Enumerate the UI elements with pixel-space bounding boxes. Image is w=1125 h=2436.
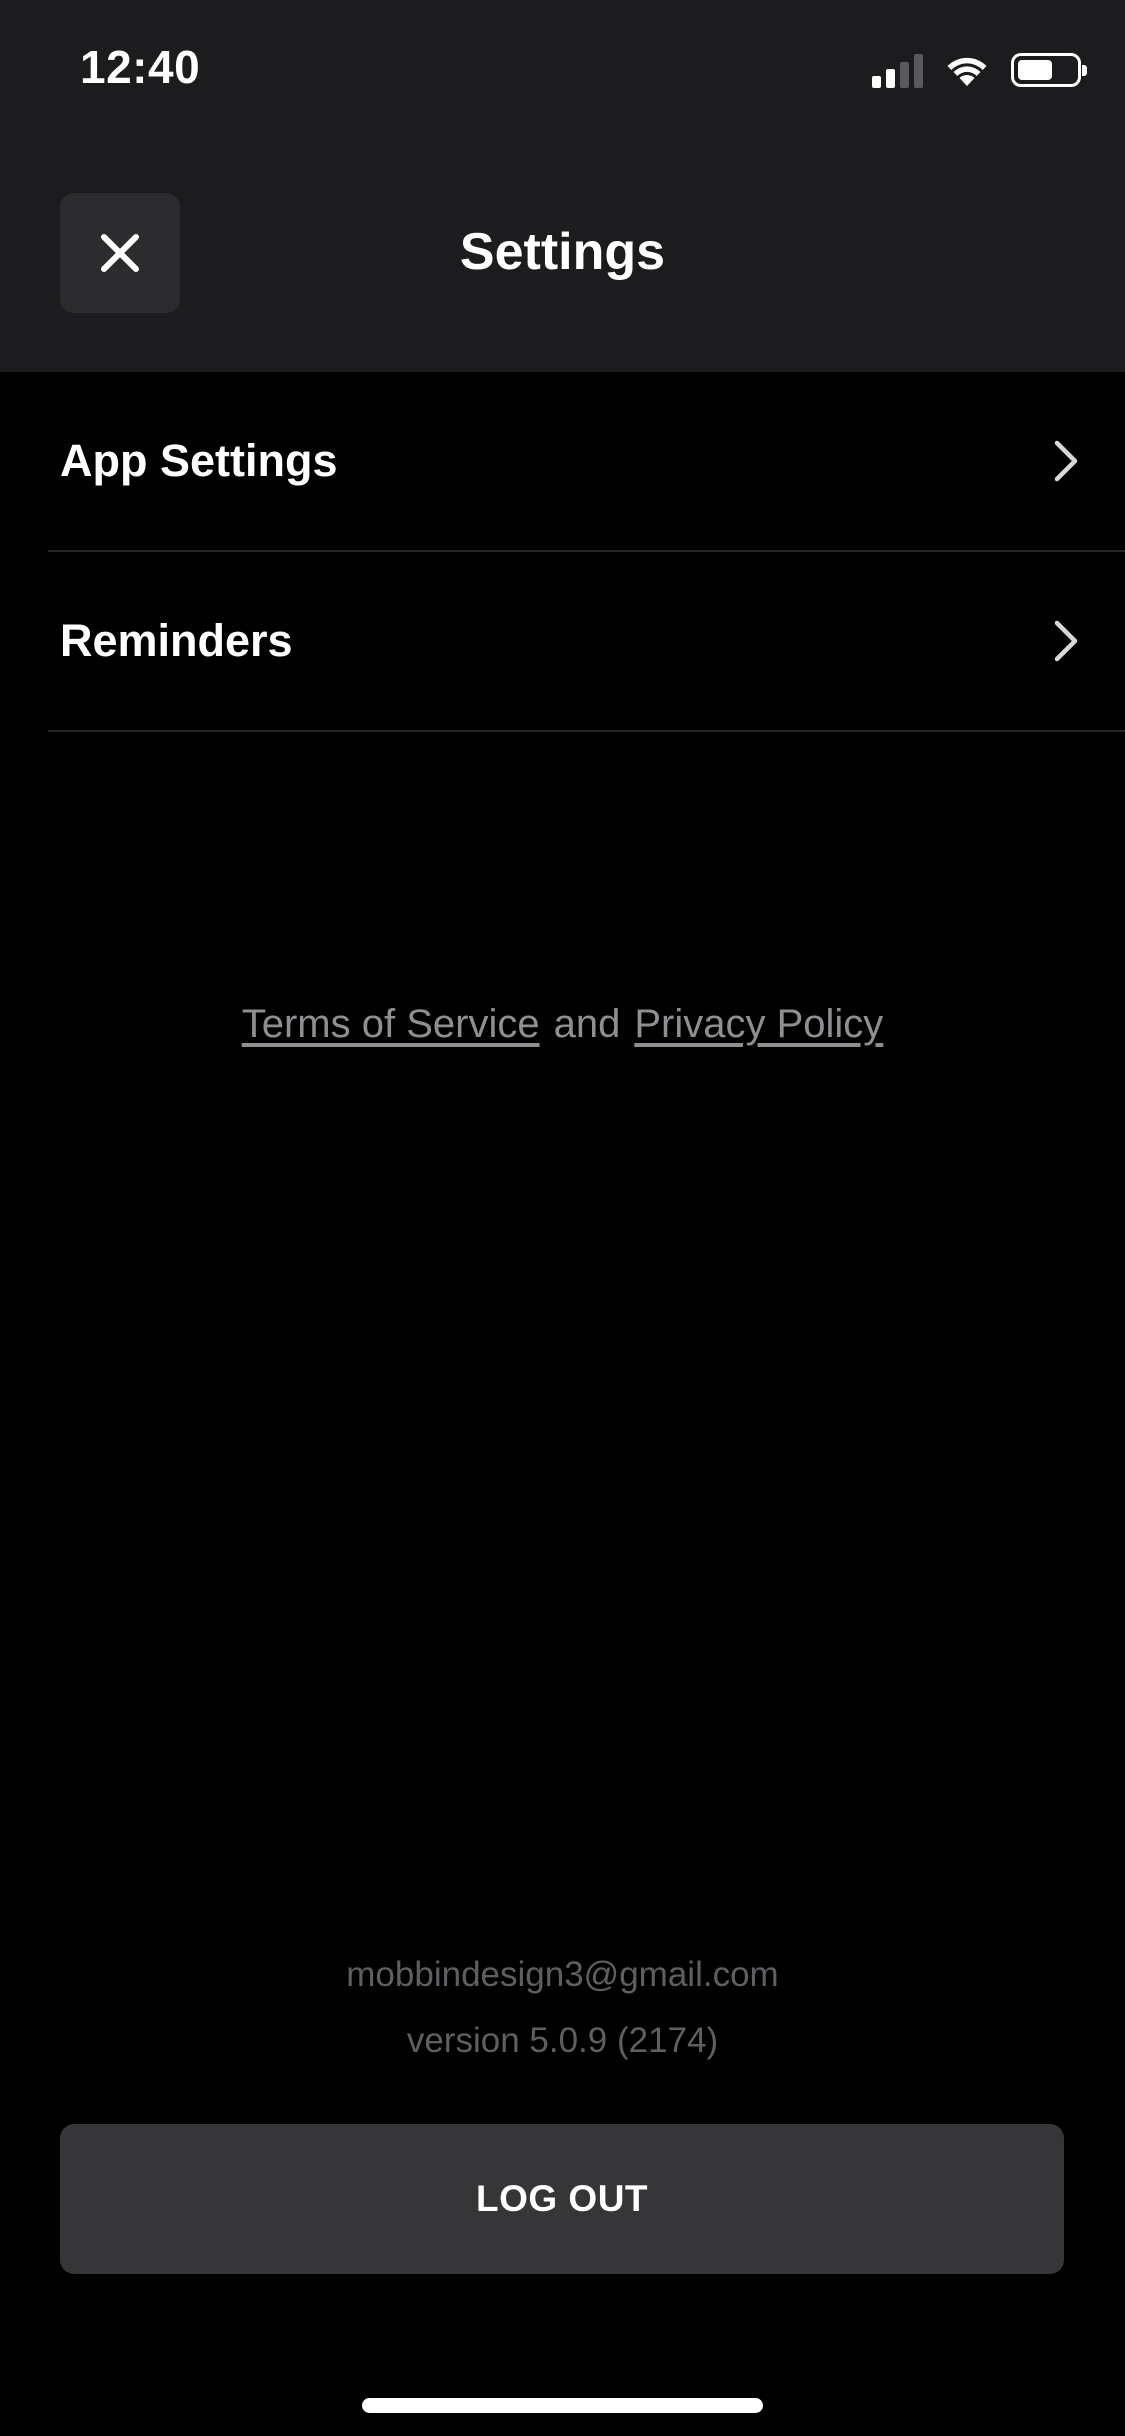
chevron-right-icon (1054, 620, 1078, 662)
menu-item-label: Reminders (60, 615, 293, 666)
chevron-right-icon (1054, 440, 1078, 482)
cellular-signal-icon (872, 52, 923, 88)
privacy-policy-link[interactable]: Privacy Policy (634, 1002, 883, 1046)
menu-item-reminders[interactable]: Reminders (48, 552, 1125, 732)
terms-of-service-link[interactable]: Terms of Service (242, 1002, 540, 1046)
status-icons (872, 48, 1087, 92)
account-email: mobbindesign3@gmail.com (346, 1955, 779, 1994)
app-version: version 5.0.9 (2174) (406, 2021, 719, 2060)
legal-conjunction: and (553, 1002, 621, 1046)
legal-links: Terms of Service and Privacy Policy (0, 1002, 1125, 1047)
wifi-icon (947, 57, 987, 86)
page-title: Settings (459, 223, 666, 281)
header-area: 12:40 Settings (0, 0, 1125, 372)
settings-menu: App Settings Reminders (0, 372, 1125, 732)
menu-item-app-settings[interactable]: App Settings (48, 372, 1125, 552)
battery-icon (1011, 53, 1087, 87)
home-indicator[interactable] (362, 2398, 763, 2413)
menu-item-label: App Settings (60, 435, 338, 486)
status-time: 12:40 (80, 41, 201, 93)
logout-button[interactable]: LOG OUT (60, 2124, 1064, 2274)
